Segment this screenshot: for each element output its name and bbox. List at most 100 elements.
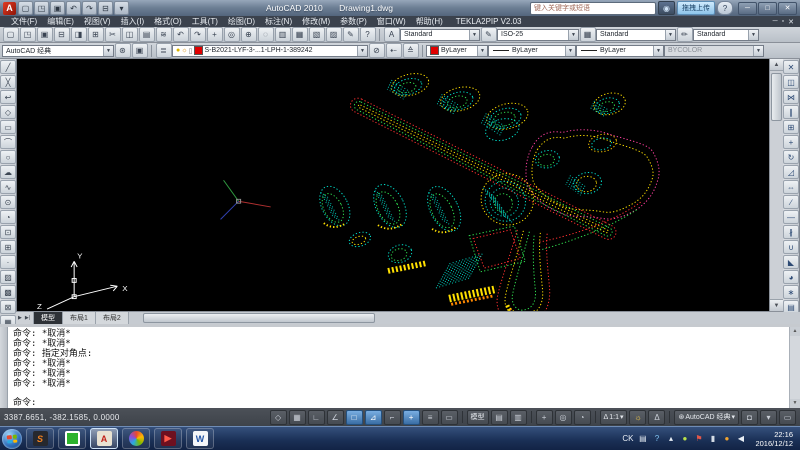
clean-screen-icon[interactable]: ▭ — [779, 410, 796, 425]
qat-menu-icon[interactable]: ▾ — [114, 1, 129, 15]
annotation-scale-button[interactable]: Δ 1:1 ▾ — [600, 410, 628, 425]
chamfer-icon[interactable]: ◣ — [783, 255, 799, 269]
tab-layout1[interactable]: 布局1 — [63, 312, 96, 324]
polygon-icon[interactable]: ◇ — [0, 105, 16, 119]
layer-off-icon[interactable]: ⊘ — [369, 43, 385, 58]
insert-block-icon[interactable]: ⊡ — [0, 225, 16, 239]
chevron-down-icon[interactable]: ▼ — [469, 30, 479, 40]
zoom-realtime-icon[interactable]: ◎ — [224, 27, 240, 42]
osnap-icon[interactable]: □ — [346, 410, 363, 425]
communication-center-icon[interactable]: ◉ — [658, 1, 675, 15]
chevron-down-icon[interactable]: ▼ — [748, 30, 758, 40]
match-properties-icon[interactable]: ≋ — [156, 27, 172, 42]
spline-icon[interactable]: ∿ — [0, 180, 16, 194]
taskbar-app-autocad[interactable]: A — [90, 428, 118, 449]
menu-item[interactable]: 文件(F) — [6, 16, 42, 27]
grid-icon[interactable]: ▦ — [289, 410, 306, 425]
rectangle-icon[interactable]: ▭ — [0, 120, 16, 134]
save-icon[interactable]: ▣ — [37, 27, 53, 42]
otrack-icon[interactable]: ⊿ — [365, 410, 382, 425]
workspace-combo[interactable]: AutoCAD 经典▼ — [2, 45, 114, 57]
properties-icon[interactable]: ▥ — [275, 27, 291, 42]
plot-icon[interactable]: ⊟ — [54, 27, 70, 42]
zoom-window-icon[interactable]: ⊕ — [241, 27, 257, 42]
menu-item[interactable]: 标注(N) — [260, 16, 297, 27]
doc-minimize-button[interactable]: ─ — [773, 18, 778, 26]
command-prompt[interactable]: 命令: — [13, 398, 789, 408]
start-button[interactable] — [2, 429, 22, 449]
new-icon[interactable]: ▢ — [18, 1, 33, 15]
menu-item[interactable]: 编辑(E) — [42, 16, 79, 27]
close-button[interactable]: ✕ — [778, 2, 797, 15]
antivirus-icon[interactable]: ● — [679, 433, 690, 444]
annotation-visibility-icon[interactable]: ☼ — [629, 410, 646, 425]
ducs-icon[interactable]: ⌐ — [384, 410, 401, 425]
lwt-icon[interactable]: ≡ — [422, 410, 439, 425]
tab-nav-icon[interactable]: ▶| — [24, 315, 31, 321]
plugin-menu[interactable]: TEKLA2PIP V2.03 — [456, 17, 522, 26]
menu-item[interactable]: 参数(P) — [335, 16, 372, 27]
open-icon[interactable]: ◳ — [34, 1, 49, 15]
undo-icon[interactable]: ↶ — [66, 1, 81, 15]
markup-icon[interactable]: ✎ — [343, 27, 359, 42]
taskbar-app-word[interactable]: W — [186, 428, 214, 449]
dim-style-icon[interactable]: ✎ — [481, 27, 497, 42]
upload-button[interactable]: 拖拽上传 — [677, 1, 715, 15]
chevron-down-icon[interactable]: ▼ — [357, 46, 367, 56]
dyn-icon[interactable]: + — [403, 410, 420, 425]
tab-model[interactable]: 模型 — [34, 312, 63, 324]
autocad-logo-icon[interactable]: A — [3, 2, 16, 15]
construction-line-icon[interactable]: ╳ — [0, 75, 16, 89]
redo-icon[interactable]: ↷ — [82, 1, 97, 15]
layer-states-icon[interactable]: ≙ — [403, 43, 419, 58]
drawing-canvas[interactable]: Y X Z — [17, 59, 769, 311]
explode-icon[interactable]: ∗ — [783, 285, 799, 299]
break-icon[interactable]: ∦ — [783, 225, 799, 239]
status-menu-icon[interactable]: ▾ — [760, 410, 777, 425]
paste-icon[interactable]: ▤ — [139, 27, 155, 42]
search-input[interactable]: 键入关键字或短语 — [530, 2, 656, 15]
menu-item[interactable]: 帮助(H) — [411, 16, 448, 27]
fillet-icon[interactable]: ◕ — [783, 270, 799, 284]
offset-icon[interactable]: ∥ — [783, 105, 799, 119]
lineweight-combo[interactable]: ByLayer ▼ — [576, 45, 664, 57]
layout-icon[interactable]: ▤ — [491, 410, 508, 425]
chevron-down-icon[interactable]: ▼ — [477, 46, 487, 56]
minimize-button[interactable]: ─ — [738, 2, 757, 15]
tab-layout2[interactable]: 布局2 — [96, 312, 129, 324]
quickview-layouts-icon[interactable]: ▥ — [510, 410, 527, 425]
publish-icon[interactable]: ⊞ — [88, 27, 104, 42]
text-style-icon[interactable]: A — [384, 27, 400, 42]
layer-combo[interactable]: ● ☼ ▯ S-B2021-LYF-3-...1-LPH-1-389242 ▼ — [172, 45, 368, 57]
vertical-scrollbar[interactable]: ▲ ▼ — [769, 59, 783, 311]
mleader-style-icon[interactable]: ✏ — [677, 27, 693, 42]
layer-previous-icon[interactable]: ⇠ — [386, 43, 402, 58]
zoom-icon[interactable]: ◎ — [555, 410, 572, 425]
workspace-switcher[interactable]: ⊛ AutoCAD 经典 ▾ — [674, 410, 739, 425]
copy-icon[interactable]: ◫ — [122, 27, 138, 42]
device-icon[interactable]: ▮ — [707, 433, 718, 444]
scroll-up-icon[interactable]: ▲ — [770, 59, 783, 71]
mleader-style-combo[interactable]: Standard▼ — [693, 29, 759, 41]
ortho-icon[interactable]: ∟ — [308, 410, 325, 425]
stretch-icon[interactable]: ⇔ — [783, 180, 799, 194]
help-button[interactable]: ? — [717, 1, 733, 15]
menu-item[interactable]: 修改(M) — [297, 16, 335, 27]
pan-icon[interactable]: + — [207, 27, 223, 42]
scroll-up-icon[interactable]: ▲ — [790, 327, 800, 336]
point-icon[interactable]: · — [0, 255, 16, 269]
open-icon[interactable]: ◳ — [20, 27, 36, 42]
toolpalettes-icon[interactable]: ▧ — [309, 27, 325, 42]
redo-icon[interactable]: ↷ — [190, 27, 206, 42]
chevron-down-icon[interactable]: ▼ — [103, 46, 113, 56]
trim-icon[interactable]: ∕ — [783, 195, 799, 209]
ellipse-icon[interactable]: ⊙ — [0, 195, 16, 209]
pan-icon[interactable]: + — [536, 410, 553, 425]
hatch-icon[interactable]: ▨ — [0, 270, 16, 284]
erase-icon[interactable]: ✕ — [783, 60, 799, 74]
command-scrollbar[interactable]: ▲ ▼ — [789, 327, 800, 408]
steeringwheel-icon[interactable]: ◔ — [574, 410, 591, 425]
menu-item[interactable]: 工具(T) — [187, 16, 223, 27]
menu-item[interactable]: 视图(V) — [79, 16, 116, 27]
move-icon[interactable]: + — [783, 135, 799, 149]
